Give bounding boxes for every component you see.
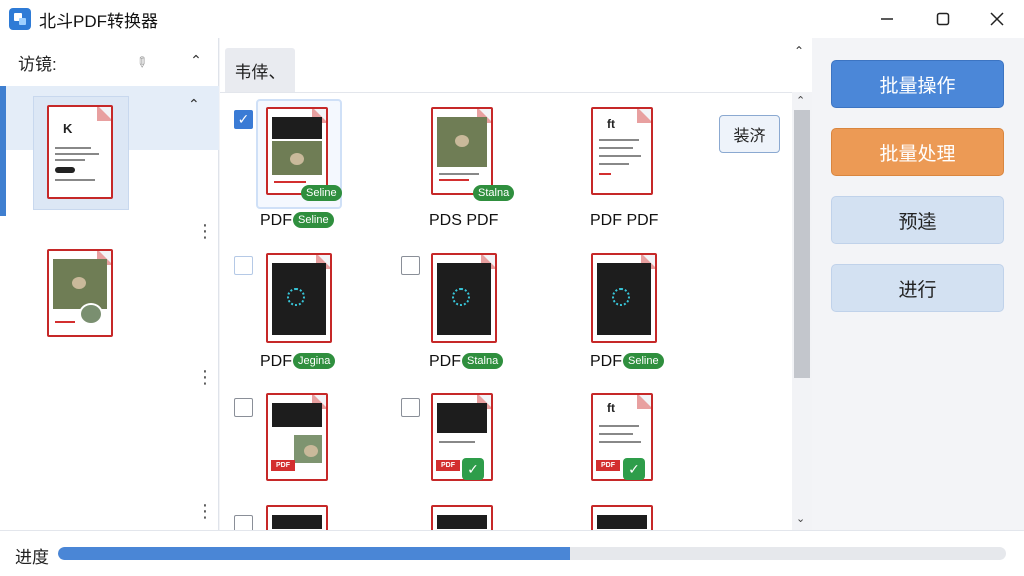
file-grid: ✓ Seline PDF Seline Stalna PDS PDF ft PD	[220, 92, 792, 535]
preview-button[interactable]: 预逵	[831, 196, 1004, 244]
more-options-icon[interactable]: ⋮	[196, 502, 214, 520]
file-checkbox-4[interactable]	[234, 256, 253, 275]
close-button[interactable]	[974, 0, 1020, 38]
file-thumbnail-7[interactable]: PDF	[266, 393, 328, 481]
file-badge-6: Seline	[623, 353, 664, 369]
sidebar-document-thumbnail[interactable]	[47, 249, 113, 337]
progress-label: 进度	[15, 548, 49, 567]
progress-bar	[58, 547, 1006, 560]
sidebar-selection-indicator	[0, 86, 6, 216]
file-thumbnail-5[interactable]	[431, 253, 497, 343]
minimize-icon	[881, 18, 893, 20]
chevron-up-icon[interactable]: ⌃	[188, 96, 200, 113]
collapse-up-icon[interactable]: ⌃	[186, 50, 206, 70]
pdf-tag-8: PDF	[436, 460, 460, 471]
sort-button[interactable]: 装济	[719, 115, 780, 153]
pdf-tag-7: PDF	[271, 460, 295, 471]
action-panel: 批量操作 批量处理 预逵 进行	[812, 38, 1024, 530]
file-checkbox-1[interactable]: ✓	[234, 110, 253, 129]
scroll-up-arrow-icon[interactable]: ⌃	[796, 94, 805, 107]
file-thumbnail-6[interactable]	[591, 253, 657, 343]
converted-check-icon: ✓	[462, 458, 484, 480]
file-thumbnail-4[interactable]	[266, 253, 332, 343]
app-logo-icon	[9, 8, 31, 30]
scrollbar-thumb[interactable]	[794, 110, 810, 378]
file-checkbox-7[interactable]	[234, 398, 253, 417]
file-badge-2: Stalna	[473, 185, 515, 201]
file-thumbnail-3[interactable]: ft	[591, 107, 653, 195]
thumbnail-sidebar: 访镜: ✎ ⌃ ⌃ K ⋮ ⋮ ⋮	[0, 38, 219, 530]
file-checkbox-5[interactable]	[401, 256, 420, 275]
title-bar: 北斗PDF转换器	[0, 0, 1024, 38]
file-thumbnail-2[interactable]	[431, 107, 493, 195]
document-letter: K	[63, 121, 73, 136]
file-badge-5: Stalna	[462, 353, 504, 369]
file-name-3: PDF PDF	[590, 212, 659, 229]
pdf-tag-9: PDF	[596, 460, 620, 471]
batch-operation-button[interactable]: 批量操作	[831, 60, 1004, 108]
file-badge-1b: Seline	[293, 212, 334, 228]
more-options-icon[interactable]: ⋮	[196, 368, 214, 386]
more-options-icon[interactable]: ⋮	[196, 222, 214, 240]
file-badge-4: Jegina	[293, 353, 336, 369]
file-name-6: PDF	[590, 353, 622, 370]
file-grid-panel: 韦倖、 ⌃ ✓ Seline PDF Seline Stalna PDS PDF…	[220, 38, 812, 535]
maximize-button[interactable]	[920, 0, 966, 38]
scroll-up-icon[interactable]: ⌃	[794, 44, 804, 58]
converted-check-icon: ✓	[623, 458, 645, 480]
file-name-2: PDS PDF	[429, 212, 499, 229]
maximize-icon	[936, 12, 950, 26]
sidebar-document-thumbnail: K	[47, 105, 113, 199]
batch-process-button[interactable]: 批量处理	[831, 128, 1004, 176]
run-button[interactable]: 进行	[831, 264, 1004, 312]
file-name-1: PDF	[260, 212, 292, 229]
close-icon	[990, 12, 1004, 26]
file-name-4: PDF	[260, 353, 292, 370]
file-name-5: PDF	[429, 353, 461, 370]
progress-fill	[58, 547, 570, 560]
minimize-button[interactable]	[864, 0, 910, 38]
window-title: 北斗PDF转换器	[39, 11, 158, 31]
vertical-scrollbar[interactable]: ⌃ ⌄	[792, 92, 812, 530]
file-checkbox-8[interactable]	[401, 398, 420, 417]
progress-area: 进度	[0, 530, 1024, 576]
file-thumbnail-1[interactable]	[266, 107, 328, 195]
scroll-down-arrow-icon[interactable]: ⌄	[796, 512, 805, 525]
file-badge-1: Seline	[301, 185, 342, 201]
tab-files[interactable]: 韦倖、	[225, 48, 295, 92]
